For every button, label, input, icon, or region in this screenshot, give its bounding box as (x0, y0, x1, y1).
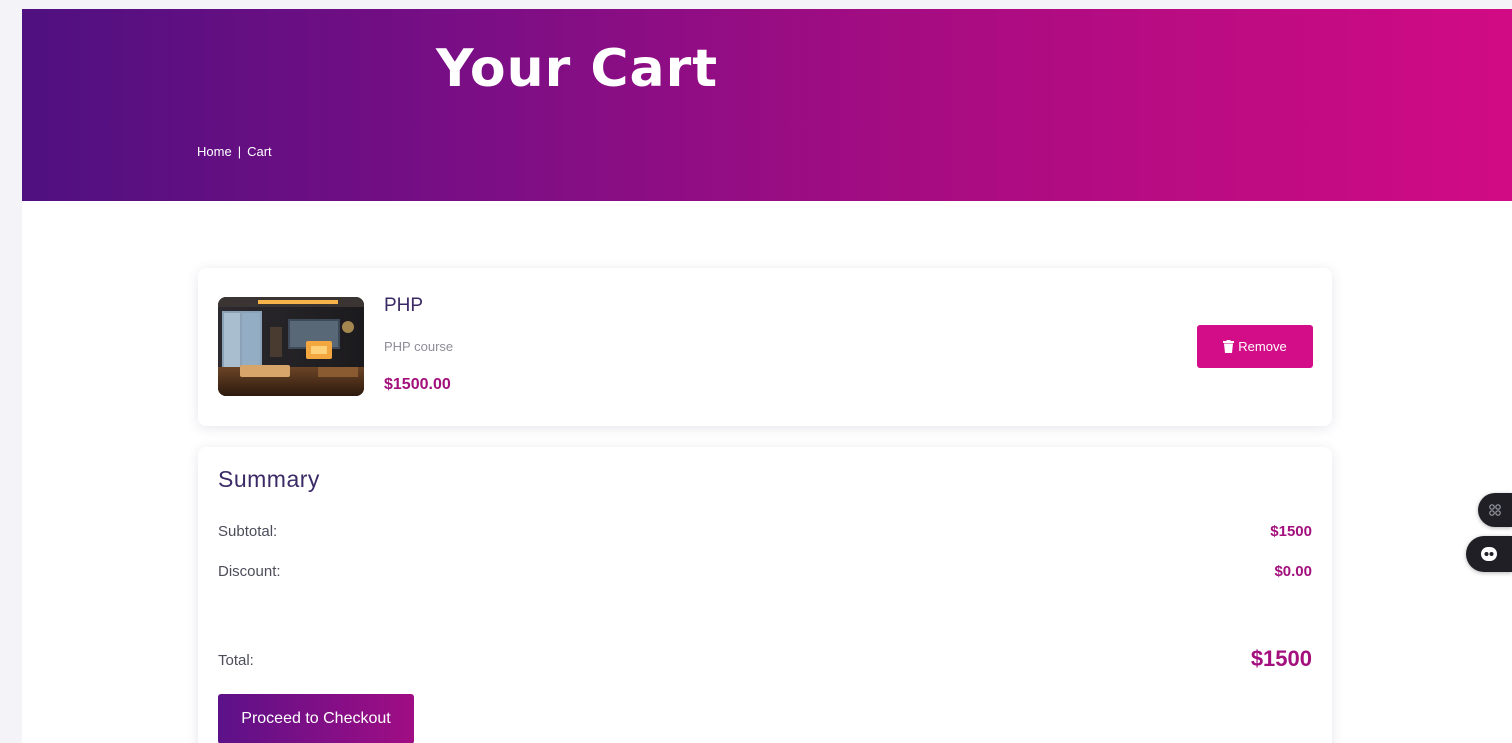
product-description: PHP course (384, 339, 454, 354)
page: Your Cart Home | Cart PHP PHP course $15… (22, 9, 1512, 743)
summary-title: Summary (218, 466, 320, 492)
proceed-to-checkout-button[interactable]: Proceed to Checkout (218, 694, 414, 743)
product-name: PHP (384, 295, 424, 316)
hero-banner: Your Cart Home | Cart (22, 9, 1512, 201)
product-price: $1500.00 (384, 376, 451, 393)
remove-button[interactable]: Remove (1197, 325, 1313, 368)
summary-card: Summary Subtotal: $1500 Discount: $0.00 … (198, 447, 1332, 743)
floating-grid-button[interactable] (1478, 493, 1512, 527)
chat-bot-icon (1481, 547, 1497, 561)
product-thumbnail (218, 297, 364, 396)
grid-icon (1489, 504, 1501, 516)
breadcrumb: Home | Cart (197, 144, 272, 159)
product-image (218, 297, 364, 396)
floating-chat-button[interactable] (1466, 536, 1512, 572)
total-value: $1500 (1250, 646, 1312, 671)
total-label: Total: (218, 652, 254, 669)
remove-button-label: Remove (1238, 339, 1287, 354)
cart-item-card: PHP PHP course $1500.00 Remove (198, 268, 1332, 426)
subtotal-value: $1500 (1270, 523, 1312, 540)
subtotal-label: Subtotal: (218, 523, 278, 540)
discount-value: $0.00 (1274, 563, 1312, 580)
discount-label: Discount: (218, 563, 281, 580)
breadcrumb-current: Cart (247, 144, 272, 159)
trash-icon (1223, 340, 1235, 353)
breadcrumb-home-link[interactable]: Home (197, 144, 232, 159)
breadcrumb-separator: | (237, 144, 242, 159)
page-title: Your Cart (436, 39, 719, 99)
